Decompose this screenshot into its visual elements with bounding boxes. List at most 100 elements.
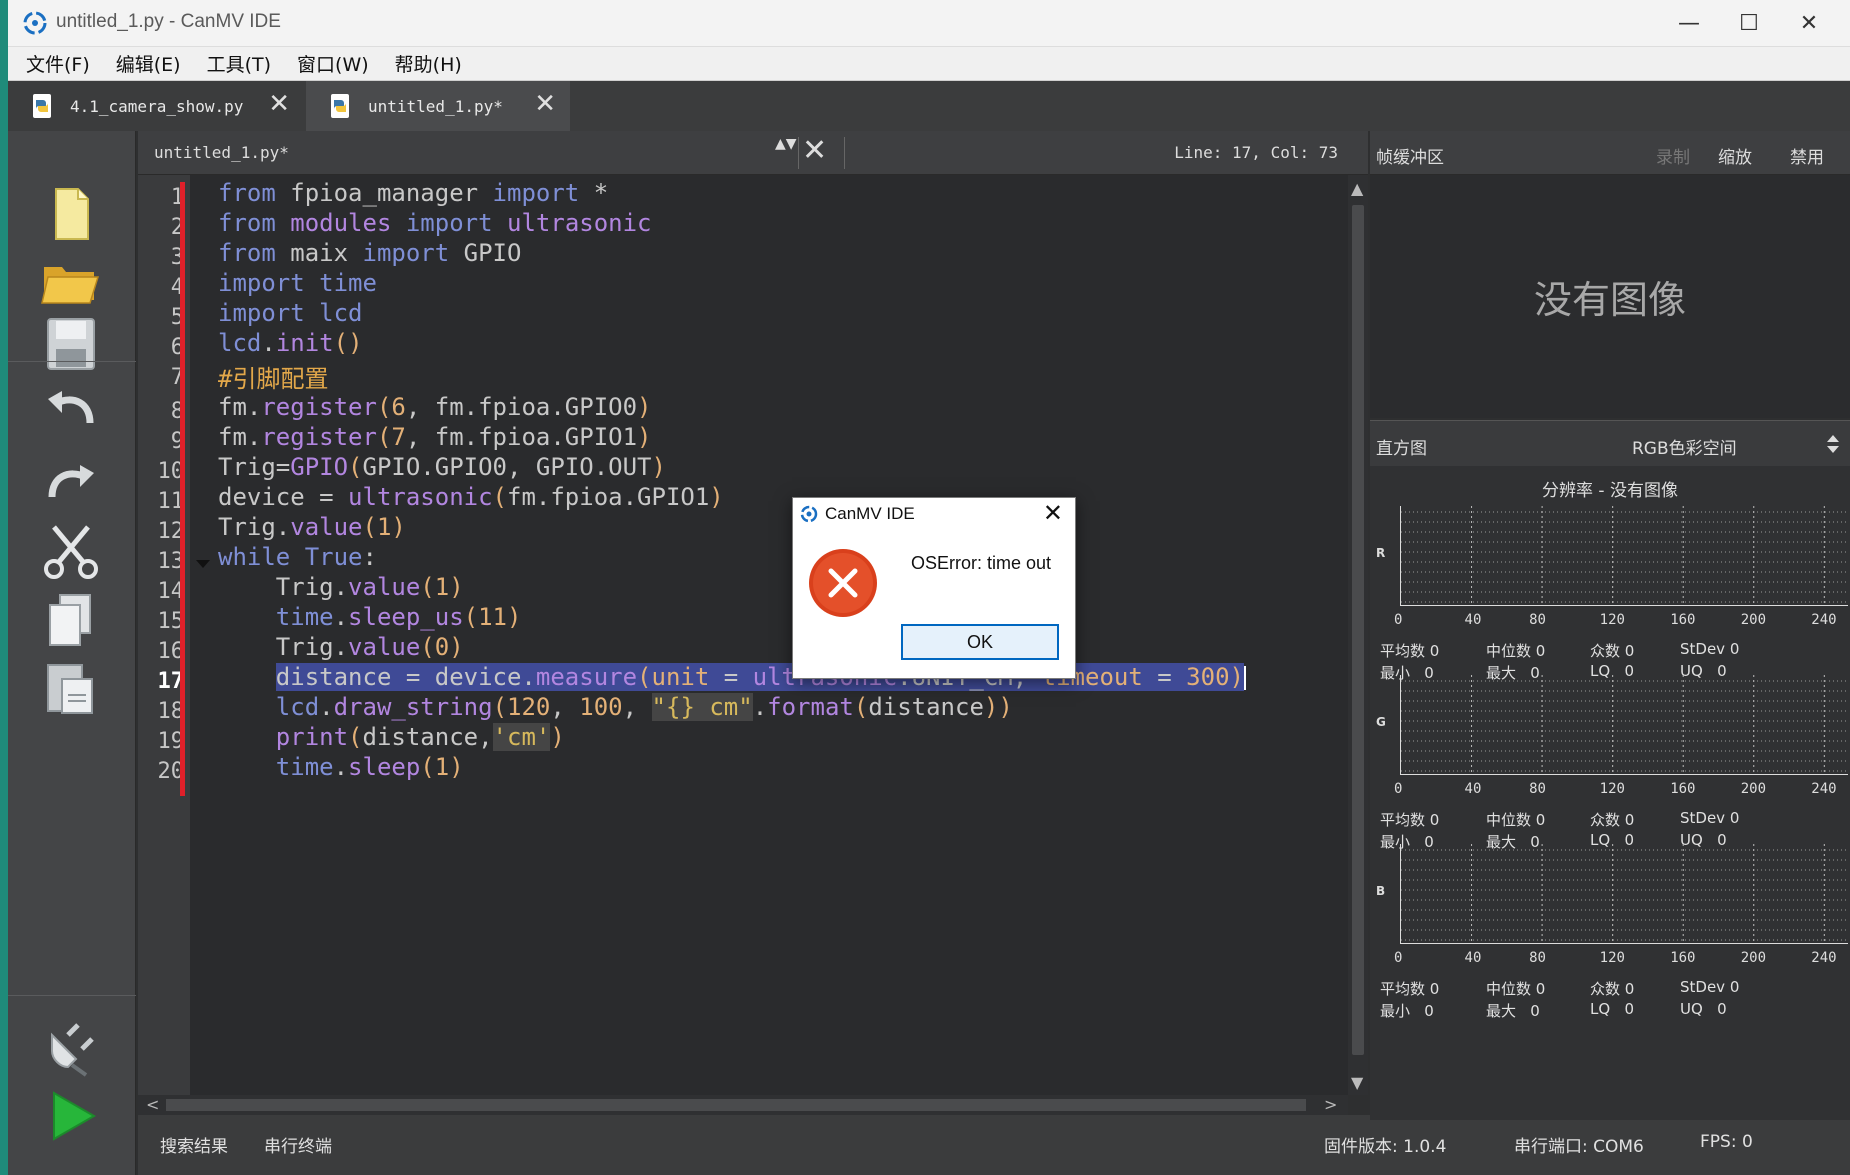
x-tick-label: 240	[1811, 781, 1837, 797]
histogram-stat: 中位数 0	[1486, 642, 1546, 660]
scroll-down-icon[interactable]: ▼	[1351, 1073, 1363, 1092]
vertical-scrollbar[interactable]: ▲ ▼	[1348, 175, 1368, 1095]
x-tick-label: 80	[1529, 781, 1546, 797]
code-line: time.sleep(1)	[275, 753, 464, 781]
code-line: import lcd	[218, 299, 363, 327]
code-line: fm.register(6, fm.fpioa.GPIO0)	[218, 393, 652, 421]
code-line: from fpioa_manager import *	[218, 179, 609, 207]
framebuffer-label: 帧缓冲区	[1376, 148, 1444, 168]
x-tick-label: 200	[1740, 612, 1767, 628]
menu-window[interactable]: 窗口(W)	[297, 50, 369, 77]
open-folder-icon[interactable]	[38, 247, 104, 313]
code-editor[interactable]: from fpioa_manager import * from modules …	[218, 175, 1348, 1095]
close-editor-icon[interactable]: ✕	[802, 133, 827, 168]
menu-help[interactable]: 帮助(H)	[395, 50, 462, 77]
dialog-title: CanMV IDE	[825, 504, 915, 523]
canmv-logo-icon	[23, 11, 47, 35]
histogram-stat: 众数 0	[1590, 642, 1635, 660]
dialog-body: OSError: time out OK	[793, 530, 1075, 678]
copy-icon[interactable]	[38, 587, 104, 653]
save-icon[interactable]	[38, 311, 104, 377]
redo-icon[interactable]	[38, 451, 104, 517]
histogram-stat: 平均数 0	[1380, 980, 1440, 998]
horizontal-scrollbar[interactable]: < >	[138, 1095, 1348, 1115]
x-tick-label: 40	[1464, 612, 1482, 628]
tab-untitled[interactable]: untitled_1.py* ✕	[306, 81, 570, 131]
scroll-right-icon[interactable]: >	[1324, 1095, 1337, 1114]
histogram-resolution: 分辨率 - 没有图像	[1542, 481, 1678, 501]
ide-window: untitled_1.py - CanMV IDE — ☐ ✕ 文件(F) 编辑…	[0, 0, 1850, 1175]
code-line: Trig.value(0)	[218, 633, 464, 661]
colorspace-select[interactable]: RGB色彩空间	[1632, 434, 1737, 459]
close-tab-icon[interactable]: ✕	[534, 89, 556, 119]
framebuffer-header: 帧缓冲区 录制 缩放 禁用	[1370, 131, 1850, 175]
record-button[interactable]: 录制	[1656, 143, 1690, 168]
histogram-header: 直方图 RGB色彩空间	[1370, 420, 1850, 466]
run-icon[interactable]	[38, 1083, 104, 1149]
code-line: import time	[218, 269, 377, 297]
minimize-icon: —	[1678, 11, 1700, 36]
x-tick-label: 40	[1464, 781, 1482, 797]
header-divider	[844, 137, 845, 169]
histogram-stat: StDev 0	[1680, 640, 1740, 658]
new-file-icon[interactable]	[38, 181, 104, 247]
zoom-button[interactable]: 缩放	[1718, 143, 1752, 168]
tab-camera-show[interactable]: 4.1_camera_show.py ✕	[8, 81, 304, 131]
error-dialog: CanMV IDE ✕ OSError: time out OK	[792, 497, 1076, 679]
code-line: from maix import GPIO	[218, 239, 522, 267]
x-tick-label: 40	[1464, 950, 1482, 966]
status-bar: 搜索结果 串行终端 固件版本: 1.0.4 串行端口: COM6 FPS: 0	[138, 1115, 1850, 1175]
close-tab-icon[interactable]: ✕	[268, 89, 290, 119]
menu-bar: 文件(F) 编辑(E) 工具(T) 窗口(W) 帮助(H)	[8, 47, 1850, 81]
histogram-stat: StDev 0	[1680, 809, 1740, 827]
code-line: from modules import ultrasonic	[218, 209, 652, 237]
scroll-thumb[interactable]	[1352, 205, 1364, 1055]
close-window-button[interactable]: ✕	[1774, 0, 1844, 47]
dialog-close-icon[interactable]: ✕	[1043, 499, 1063, 527]
paste-icon[interactable]	[38, 655, 104, 721]
left-toolbar	[8, 131, 136, 1175]
channel-label: G	[1376, 715, 1386, 729]
histogram-stat: 平均数 0	[1380, 811, 1440, 829]
undo-icon[interactable]	[38, 377, 104, 443]
maximize-icon: ☐	[1739, 11, 1759, 36]
scroll-thumb[interactable]	[166, 1099, 1306, 1111]
histogram-stat: StDev 0	[1680, 978, 1740, 996]
x-tick-label: 0	[1394, 612, 1403, 628]
tab-label: 4.1_camera_show.py	[70, 96, 244, 116]
histogram-stat: 中位数 0	[1486, 811, 1546, 829]
scroll-left-icon[interactable]: <	[146, 1095, 159, 1114]
x-tick-label: 80	[1529, 950, 1546, 966]
fold-arrow-icon[interactable]	[196, 560, 210, 570]
serial-terminal-tab[interactable]: 串行终端	[264, 1132, 332, 1157]
x-tick-label: 240	[1811, 950, 1837, 966]
channel-label: R	[1376, 546, 1386, 560]
title-bar: untitled_1.py - CanMV IDE — ☐ ✕	[8, 0, 1850, 47]
menu-file[interactable]: 文件(F)	[26, 50, 90, 77]
python-file-icon	[331, 94, 349, 118]
histogram-plot	[1400, 844, 1849, 944]
code-line: while True:	[218, 543, 377, 571]
scroll-up-icon[interactable]: ▲	[1351, 179, 1363, 198]
histogram-stat: LQ 0	[1590, 1000, 1635, 1018]
select-arrows-icon[interactable]	[1826, 433, 1840, 455]
code-line: time.sleep_us(11)	[275, 603, 522, 631]
window-title: untitled_1.py - CanMV IDE	[56, 11, 281, 32]
menu-tools[interactable]: 工具(T)	[207, 50, 271, 77]
connect-plug-icon[interactable]	[38, 1015, 104, 1081]
code-line: distance = device.measure(unit = ultraso…	[275, 663, 1246, 691]
menu-edit[interactable]: 编辑(E)	[116, 50, 181, 77]
file-switcher-icon[interactable]: ▲▼	[775, 137, 797, 151]
cut-icon[interactable]	[38, 517, 104, 583]
framebuffer-view: 没有图像	[1370, 175, 1850, 418]
x-tick-label: 160	[1670, 781, 1696, 797]
histogram-stat: 最小 0	[1380, 1002, 1434, 1020]
code-line: print(distance,'cm')	[275, 723, 565, 751]
dialog-message: OSError: time out	[911, 553, 1052, 573]
editor-header: untitled_1.py* ▲▼ ✕ Line: 17, Col: 73	[138, 131, 1368, 175]
ok-button[interactable]: OK	[901, 624, 1059, 660]
cursor-position: Line: 17, Col: 73	[1174, 143, 1338, 162]
search-results-tab[interactable]: 搜索结果	[160, 1132, 228, 1157]
code-line: device = ultrasonic(fm.fpioa.GPIO1)	[218, 483, 724, 511]
disable-button[interactable]: 禁用	[1790, 143, 1824, 168]
